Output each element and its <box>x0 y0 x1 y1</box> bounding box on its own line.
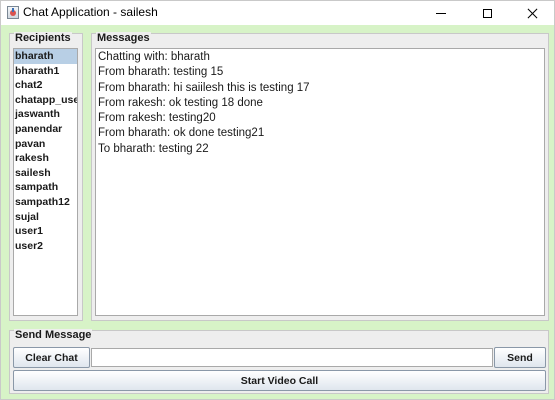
close-button[interactable] <box>509 1 555 25</box>
message-input[interactable] <box>91 348 493 367</box>
java-coffee-cup-icon <box>7 6 19 19</box>
chat-window: Chat Application - sailesh Recipients bh… <box>0 0 555 400</box>
send-button[interactable]: Send <box>494 347 546 368</box>
recipient-item-sampath[interactable]: sampath <box>14 180 77 195</box>
recipient-item-sailesh[interactable]: sailesh <box>14 166 77 181</box>
window-title: Chat Application - sailesh <box>23 5 158 19</box>
recipients-list[interactable]: bharath bharath1 chat2 chatapp_user jaswanth… <box>13 48 78 316</box>
recipient-item-sujal[interactable]: sujal <box>14 210 77 225</box>
minimize-icon <box>436 12 446 14</box>
messages-title: Messages <box>96 32 151 44</box>
message-line: From rakesh: testing20 <box>98 112 216 125</box>
message-line: From bharath: testing 15 <box>98 66 224 79</box>
recipient-item-user2[interactable]: user2 <box>14 239 77 254</box>
recipient-item-bharath1[interactable]: bharath1 <box>14 64 77 79</box>
message-line: To bharath: testing 22 <box>98 142 209 155</box>
title-bar[interactable]: Chat Application - sailesh <box>1 1 554 25</box>
maximize-icon <box>482 8 492 18</box>
message-line: From rakesh: ok testing 18 done <box>98 96 263 109</box>
recipients-panel: Recipients bharath bharath1 chat2 chatapp_u… <box>9 32 83 321</box>
close-icon <box>527 8 538 19</box>
recipient-item-panendar[interactable]: panendar <box>14 122 77 137</box>
clear-chat-button[interactable]: Clear Chat <box>13 347 90 368</box>
send-message-panel: Send Message Clear Chat Send Start Video… <box>9 329 549 394</box>
recipient-item-jaswanth[interactable]: jaswanth <box>14 107 77 122</box>
message-line: Chatting with: bharath <box>98 51 210 63</box>
recipient-item-bharath[interactable]: bharath <box>14 49 77 64</box>
minimize-button[interactable] <box>418 1 464 25</box>
messages-area[interactable]: Chatting with: bharath From bharath: test… <box>95 48 545 316</box>
recipient-item-pavan[interactable]: pavan <box>14 137 77 152</box>
recipient-item-sampath12[interactable]: sampath12 <box>14 195 77 210</box>
messages-panel: Messages Chatting with: bharath From bhar… <box>91 32 549 321</box>
message-line: From bharath: hi saiilesh this is testin… <box>98 81 310 94</box>
content-area: Recipients bharath bharath1 chat2 chatapp_u… <box>1 25 554 399</box>
message-line: From bharath: ok done testing21 <box>98 127 265 140</box>
recipient-item-rakesh[interactable]: rakesh <box>14 151 77 166</box>
recipients-title: Recipients <box>14 32 72 44</box>
recipient-item-chat2[interactable]: chat2 <box>14 78 77 93</box>
maximize-button[interactable] <box>464 1 510 25</box>
start-video-call-button[interactable]: Start Video Call <box>13 370 546 391</box>
recipient-item-chatapp-user[interactable]: chatapp_user <box>14 93 77 108</box>
send-message-title: Send Message <box>14 329 93 341</box>
recipient-item-user1[interactable]: user1 <box>14 224 77 239</box>
